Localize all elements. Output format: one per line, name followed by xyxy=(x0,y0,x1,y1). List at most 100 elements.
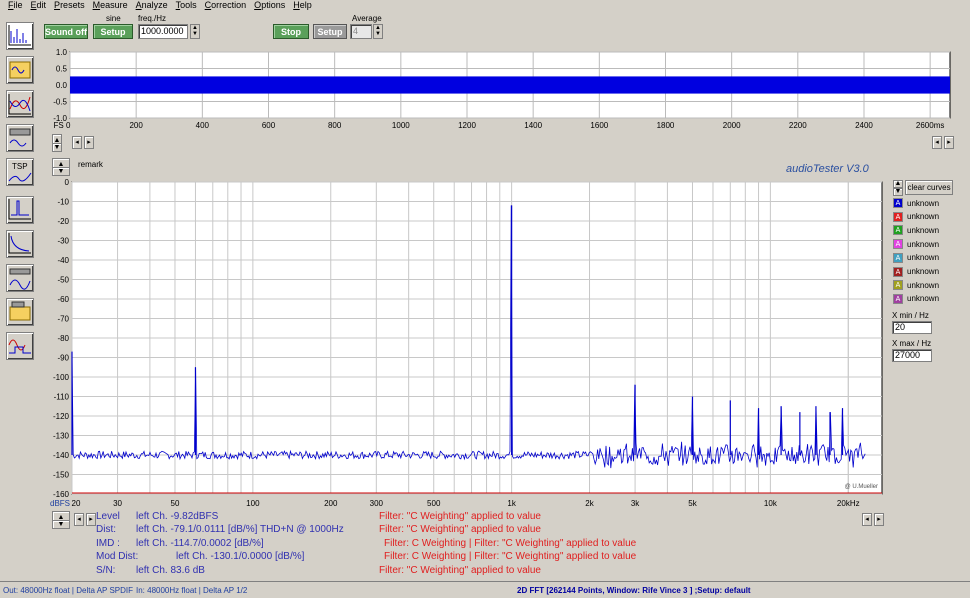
sound-off-button[interactable]: Sound off xyxy=(44,24,88,39)
fft-x-tick: 100 xyxy=(246,499,260,508)
menu-correction[interactable]: Correction xyxy=(201,0,251,11)
curve-label: unknown xyxy=(907,294,940,304)
fft-y-tick: -120 xyxy=(53,412,70,421)
fft-zoom-down[interactable]: ▼ xyxy=(52,520,70,529)
result-filter-note: Filter: "C Weighting" applied to value xyxy=(379,511,541,522)
time-x-tick: 1400 xyxy=(524,121,542,130)
time-scroll-left[interactable]: ◂ xyxy=(72,136,82,149)
analyzer-setup-button[interactable]: Setup xyxy=(313,24,347,39)
signal-button[interactable] xyxy=(6,332,34,360)
remark-down[interactable]: ▼ xyxy=(52,167,70,176)
curve-label: unknown xyxy=(907,212,940,222)
xmin-label: X min / Hz xyxy=(892,311,929,320)
time-scroll-right[interactable]: ▸ xyxy=(84,136,94,149)
response-curve-icon xyxy=(8,94,31,115)
menu-presets[interactable]: Presets xyxy=(50,0,89,11)
time-domain-plot: FS 0 200 400 600 800 1000 1200 1400 1600 1800 2000… xyxy=(53,48,951,130)
frequency-input[interactable]: 1000.0000 xyxy=(138,24,188,39)
generator-setup-button[interactable]: Setup xyxy=(93,24,133,39)
fft-scroll-right[interactable]: ▸ xyxy=(86,513,96,526)
decay-button[interactable] xyxy=(6,230,34,258)
curve-label: unknown xyxy=(907,198,940,208)
curve-color-swatch: A xyxy=(893,280,903,291)
average-input[interactable]: 4 xyxy=(350,24,372,39)
fft-view-button[interactable] xyxy=(6,22,34,50)
menu-options[interactable]: Options xyxy=(250,0,289,11)
result-filter-note: Filter: "C Weighting" applied to value xyxy=(379,565,541,576)
average-spinner[interactable]: ▲ ▼ xyxy=(373,24,383,39)
curve-label: unknown xyxy=(907,280,940,290)
time-pan-right[interactable]: ▸ xyxy=(944,136,954,149)
menu-measure[interactable]: Measure xyxy=(89,0,132,11)
meter-button[interactable] xyxy=(6,298,34,326)
scope-icon xyxy=(9,128,31,147)
curve-legend-item[interactable]: Aunknown xyxy=(893,197,939,209)
menu-help[interactable]: Help xyxy=(289,0,316,11)
tsp-button[interactable]: TSP xyxy=(6,158,34,186)
curve-legend-item[interactable]: Aunknown xyxy=(893,211,939,223)
credit-label: @ U.Mueller xyxy=(845,484,878,490)
sine-square-icon xyxy=(8,339,31,354)
time-zoom-down[interactable]: ▼ xyxy=(52,143,62,152)
curve-legend-item[interactable]: Aunknown xyxy=(893,293,939,305)
curve-color-swatch: A xyxy=(893,211,903,222)
fft-x-tick: 10k xyxy=(764,499,778,508)
scope-button[interactable] xyxy=(6,124,34,152)
tsp-icon: TSP xyxy=(8,162,32,182)
average-label: Average xyxy=(352,14,382,23)
impulse-button[interactable] xyxy=(6,196,34,224)
curves-down[interactable]: ▼ xyxy=(893,188,903,196)
result-value: left Ch. -130.1/0.0000 [dB/%] xyxy=(176,551,305,562)
curve-legend-item[interactable]: Aunknown xyxy=(893,224,939,236)
result-filter-note: Filter: C Weighting | Filter: "C Weighti… xyxy=(384,538,637,549)
waterfall-icon xyxy=(9,268,31,290)
waterfall-button[interactable] xyxy=(6,264,34,292)
fft-y-unit: dBFS xyxy=(50,499,70,508)
result-filter-note: Filter: C Weighting | Filter: "C Weighti… xyxy=(384,551,637,562)
impulse-icon xyxy=(8,199,31,220)
fft-y-tick: -100 xyxy=(53,373,70,382)
curve-color-swatch: A xyxy=(893,293,903,304)
time-x-tick: 600 xyxy=(262,121,276,130)
result-name: Mod Dist: xyxy=(96,551,139,562)
menu-file[interactable]: File xyxy=(4,0,27,11)
time-pan-left[interactable]: ◂ xyxy=(932,136,942,149)
fft-y-tick: -130 xyxy=(53,432,70,441)
curve-legend-item[interactable]: Aunknown xyxy=(893,279,939,291)
menu-analyze[interactable]: Analyze xyxy=(132,0,172,11)
curve-legend-item[interactable]: Aunknown xyxy=(893,266,939,278)
curves-up[interactable]: ▲ xyxy=(893,180,903,188)
curve-legend-item[interactable]: Aunknown xyxy=(893,252,939,264)
menu-tools[interactable]: Tools xyxy=(172,0,201,11)
result-value: left Ch. 83.6 dB xyxy=(136,565,205,576)
fft-x-tick: 3k xyxy=(631,499,640,508)
fft-pan-left[interactable]: ◂ xyxy=(862,513,872,526)
frequency-spinner[interactable]: ▲ ▼ xyxy=(190,24,200,39)
fft-x-tick: 30 xyxy=(113,499,122,508)
time-x-tick: 2000 xyxy=(723,121,741,130)
result-name: Level xyxy=(96,511,120,522)
svg-text:TSP: TSP xyxy=(12,162,28,171)
menu-edit[interactable]: Edit xyxy=(27,0,51,11)
menu-bar: File Edit Presets Measure Analyze Tools Correc… xyxy=(0,0,970,11)
curve-color-swatch: A xyxy=(893,239,903,250)
time-y-tick: 0.0 xyxy=(56,81,68,90)
curve-label: unknown xyxy=(907,253,940,263)
stop-button[interactable]: Stop xyxy=(273,24,309,39)
curve-legend-item[interactable]: Aunknown xyxy=(893,238,939,250)
xmin-input[interactable]: 20 xyxy=(892,321,932,334)
xmax-input[interactable]: 27000 xyxy=(892,349,932,362)
wave-generator-button[interactable] xyxy=(6,56,34,84)
analysis-info-status: 2D FFT [262144 Points, Window: Rife Vinc… xyxy=(517,586,751,595)
result-value: left Ch. -9.82dBFS xyxy=(136,511,219,522)
clear-curves-button[interactable]: clear curves xyxy=(905,180,953,195)
fft-pan-right[interactable]: ▸ xyxy=(874,513,884,526)
xmax-label: X max / Hz xyxy=(892,339,932,348)
fft-y-tick: -70 xyxy=(57,315,69,324)
frequency-response-button[interactable] xyxy=(6,90,34,118)
fft-x-tick: 50 xyxy=(171,499,180,508)
curve-label: unknown xyxy=(907,239,940,249)
fft-scroll-left[interactable]: ◂ xyxy=(74,513,84,526)
left-toolbar: TSP xyxy=(0,12,40,582)
meter-folder-icon xyxy=(9,301,31,321)
